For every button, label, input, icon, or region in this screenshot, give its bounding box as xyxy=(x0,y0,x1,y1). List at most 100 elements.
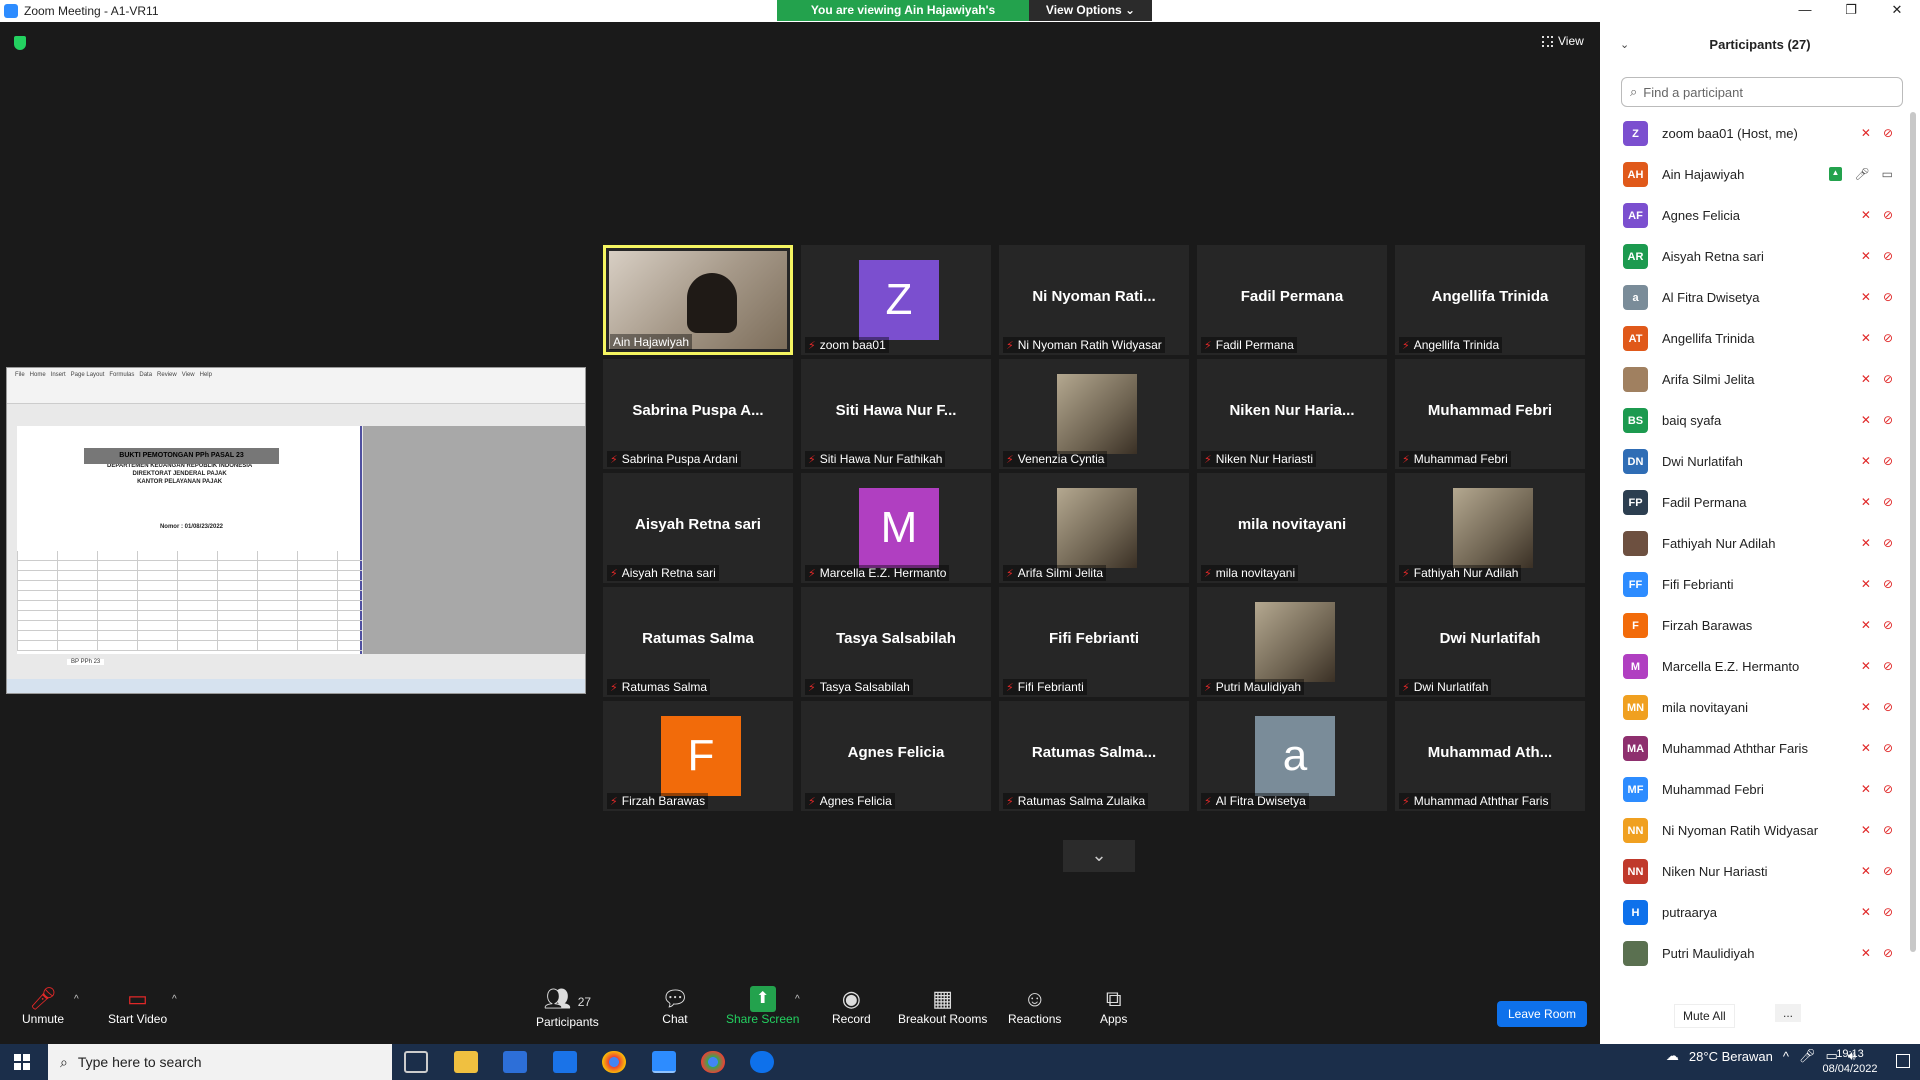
muted-mic-icon[interactable]: ✕ xyxy=(1861,290,1871,304)
participant-row[interactable]: FP Fadil Permana ✕ ⊘ xyxy=(1600,482,1905,523)
participant-row[interactable]: Putri Maulidiyah ✕ ⊘ xyxy=(1600,933,1905,974)
participant-row[interactable]: FF Fifi Febrianti ✕ ⊘ xyxy=(1600,564,1905,605)
video-off-icon[interactable]: ⊘ xyxy=(1883,413,1893,427)
leave-room-button[interactable]: Leave Room xyxy=(1497,1001,1588,1027)
security-shield-icon[interactable] xyxy=(14,36,26,50)
video-off-icon[interactable]: ⊘ xyxy=(1883,331,1893,345)
video-off-icon[interactable]: ⊘ xyxy=(1883,905,1893,919)
view-button[interactable]: View xyxy=(1542,34,1584,48)
view-options-button[interactable]: View Options ⌄ xyxy=(1029,0,1152,21)
weather-text[interactable]: 28°C Berawan xyxy=(1689,1049,1773,1064)
video-tile[interactable]: Sabrina Puspa A... ⚡ Sabrina Puspa Ardani xyxy=(603,359,793,469)
windows-start-icon[interactable] xyxy=(14,1054,30,1070)
participant-row[interactable]: MF Muhammad Febri ✕ ⊘ xyxy=(1600,769,1905,810)
mail-icon[interactable] xyxy=(553,1051,577,1073)
participant-row[interactable]: MN mila novitayani ✕ ⊘ xyxy=(1600,687,1905,728)
video-off-icon[interactable]: ⊘ xyxy=(1883,495,1893,509)
video-off-icon[interactable]: ⊘ xyxy=(1883,208,1893,222)
share-screen-button[interactable]: ⬆ Share Screen xyxy=(726,986,799,1026)
video-tile[interactable]: F ⚡ Firzah Barawas xyxy=(603,701,793,811)
notification-icon[interactable] xyxy=(1896,1054,1910,1068)
muted-mic-icon[interactable]: ✕ xyxy=(1861,577,1871,591)
video-tile[interactable]: Ni Nyoman Rati... ⚡ Ni Nyoman Ratih Widyas… xyxy=(999,245,1189,355)
video-tile[interactable]: Muhammad Febri ⚡ Muhammad Febri xyxy=(1395,359,1585,469)
video-tile[interactable]: Ratumas Salma... ⚡ Ratumas Salma Zulaika xyxy=(999,701,1189,811)
taskbar-clock[interactable]: 19:13 08/04/2022 xyxy=(1810,1047,1890,1077)
participants-button[interactable]: 👥︎ 27 Participants xyxy=(536,986,599,1029)
video-icon[interactable]: ▭ xyxy=(1882,167,1893,181)
video-off-icon[interactable]: ⊘ xyxy=(1883,126,1893,140)
apps-button[interactable]: ⧉ Apps xyxy=(1100,986,1127,1026)
video-tile[interactable]: Aisyah Retna sari ⚡ Aisyah Retna sari xyxy=(603,473,793,583)
video-off-icon[interactable]: ⊘ xyxy=(1883,577,1893,591)
video-off-icon[interactable]: ⊘ xyxy=(1883,372,1893,386)
record-button[interactable]: ◉ Record xyxy=(832,986,871,1026)
muted-mic-icon[interactable]: ✕ xyxy=(1861,372,1871,386)
close-button[interactable]: ✕ xyxy=(1874,0,1920,22)
tray-chevron-icon[interactable]: ^ xyxy=(1783,1049,1789,1064)
chrome-icon[interactable] xyxy=(602,1051,626,1073)
teamviewer-icon[interactable] xyxy=(750,1051,774,1073)
participant-search-input[interactable]: ⌕ Find a participant xyxy=(1621,77,1903,107)
muted-mic-icon[interactable]: ✕ xyxy=(1861,700,1871,714)
minimize-button[interactable]: — xyxy=(1782,0,1828,22)
muted-mic-icon[interactable]: ✕ xyxy=(1861,741,1871,755)
share-caret-icon[interactable]: ^ xyxy=(795,994,800,1005)
video-off-icon[interactable]: ⊘ xyxy=(1883,700,1893,714)
video-off-icon[interactable]: ⊘ xyxy=(1883,946,1893,960)
muted-mic-icon[interactable]: ✕ xyxy=(1861,946,1871,960)
video-off-icon[interactable]: ⊘ xyxy=(1883,454,1893,468)
video-tile[interactable]: a ⚡ Al Fitra Dwisetya xyxy=(1197,701,1387,811)
participant-row[interactable]: MA Muhammad Aththar Faris ✕ ⊘ xyxy=(1600,728,1905,769)
participant-row[interactable]: AT Angellifa Trinida ✕ ⊘ xyxy=(1600,318,1905,359)
start-video-button[interactable]: ▭ Start Video xyxy=(108,986,167,1026)
video-tile[interactable]: Angellifa Trinida ⚡ Angellifa Trinida xyxy=(1395,245,1585,355)
muted-mic-icon[interactable]: ✕ xyxy=(1861,126,1871,140)
video-tile[interactable]: ⚡ Putri Maulidiyah xyxy=(1197,587,1387,697)
video-caret-icon[interactable]: ^ xyxy=(172,994,177,1005)
video-tile[interactable]: Ain Hajawiyah xyxy=(603,245,793,355)
muted-mic-icon[interactable]: ✕ xyxy=(1861,864,1871,878)
video-tile[interactable]: Muhammad Ath... ⚡ Muhammad Aththar Faris xyxy=(1395,701,1585,811)
unmute-button[interactable]: 🎤︎ Unmute xyxy=(22,986,64,1026)
chat-button[interactable]: 💬︎ Chat xyxy=(661,986,689,1026)
muted-mic-icon[interactable]: ✕ xyxy=(1861,659,1871,673)
video-tile[interactable]: Agnes Felicia ⚡ Agnes Felicia xyxy=(801,701,991,811)
participant-row[interactable]: F Firzah Barawas ✕ ⊘ xyxy=(1600,605,1905,646)
muted-mic-icon[interactable]: ✕ xyxy=(1861,208,1871,222)
video-off-icon[interactable]: ⊘ xyxy=(1883,782,1893,796)
video-tile[interactable]: Niken Nur Haria... ⚡ Niken Nur Hariasti xyxy=(1197,359,1387,469)
video-tile[interactable]: Fadil Permana ⚡ Fadil Permana xyxy=(1197,245,1387,355)
video-tile[interactable]: Z ⚡ zoom baa01 xyxy=(801,245,991,355)
video-off-icon[interactable]: ⊘ xyxy=(1883,618,1893,632)
chrome-profile-icon[interactable] xyxy=(701,1051,725,1073)
video-tile[interactable]: ⚡ Fathiyah Nur Adilah xyxy=(1395,473,1585,583)
file-explorer-icon[interactable] xyxy=(454,1051,478,1073)
muted-mic-icon[interactable]: ✕ xyxy=(1861,782,1871,796)
muted-mic-icon[interactable]: ✕ xyxy=(1861,249,1871,263)
video-tile[interactable]: mila novitayani ⚡ mila novitayani xyxy=(1197,473,1387,583)
video-tile[interactable]: Fifi Febrianti ⚡ Fifi Febrianti xyxy=(999,587,1189,697)
video-off-icon[interactable]: ⊘ xyxy=(1883,536,1893,550)
next-page-chevron-icon[interactable]: ⌄ xyxy=(1063,840,1135,872)
participant-row[interactable]: Fathiyah Nur Adilah ✕ ⊘ xyxy=(1600,523,1905,564)
muted-mic-icon[interactable]: ✕ xyxy=(1861,331,1871,345)
muted-mic-icon[interactable]: ✕ xyxy=(1861,905,1871,919)
video-tile[interactable]: Siti Hawa Nur F... ⚡ Siti Hawa Nur Fathika… xyxy=(801,359,991,469)
video-off-icon[interactable]: ⊘ xyxy=(1883,249,1893,263)
store-icon[interactable] xyxy=(503,1051,527,1073)
more-options-button[interactable]: ... xyxy=(1775,1004,1802,1022)
participant-row[interactable]: NN Niken Nur Hariasti ✕ ⊘ xyxy=(1600,851,1905,892)
maximize-button[interactable]: ❐ xyxy=(1828,0,1874,22)
video-off-icon[interactable]: ⊘ xyxy=(1883,290,1893,304)
video-off-icon[interactable]: ⊘ xyxy=(1883,823,1893,837)
participant-row[interactable]: BS baiq syafa ✕ ⊘ xyxy=(1600,400,1905,441)
shared-screen[interactable]: File Home Insert Page Layout Formulas Da… xyxy=(6,367,586,694)
muted-mic-icon[interactable]: ✕ xyxy=(1861,536,1871,550)
participant-row[interactable]: M Marcella E.Z. Hermanto ✕ ⊘ xyxy=(1600,646,1905,687)
participant-row[interactable]: AF Agnes Felicia ✕ ⊘ xyxy=(1600,195,1905,236)
participant-row[interactable]: AH Ain Hajawiyah ▲ 🎤︎ ▭ xyxy=(1600,154,1905,195)
task-view-icon[interactable] xyxy=(404,1051,428,1073)
participant-row[interactable]: DN Dwi Nurlatifah ✕ ⊘ xyxy=(1600,441,1905,482)
video-tile[interactable]: M ⚡ Marcella E.Z. Hermanto xyxy=(801,473,991,583)
